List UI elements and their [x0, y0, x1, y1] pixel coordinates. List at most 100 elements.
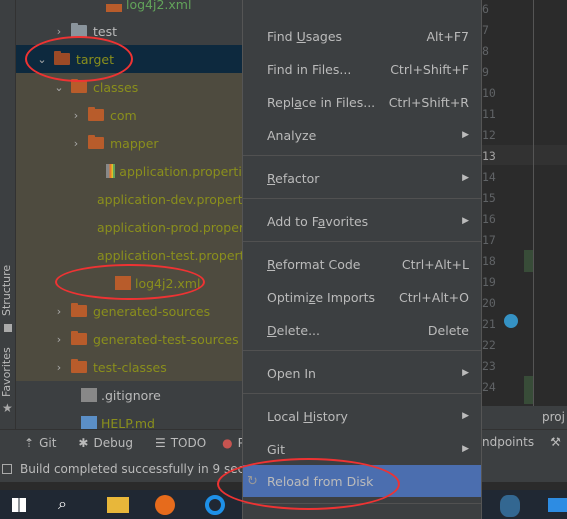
menu-item-delete[interactable]: Delete... Delete [243, 314, 481, 346]
line-number: 15 [482, 191, 496, 205]
file-explorer-icon[interactable] [107, 497, 129, 513]
line-number: 18 [482, 254, 496, 268]
tree-item[interactable]: › com [16, 101, 242, 129]
menu-item-local-history[interactable]: Local History ▶ [243, 400, 481, 432]
tree-item[interactable]: › test-classes [16, 353, 242, 381]
shortcut: Ctrl+Shift+R [388, 94, 469, 110]
menu-item-analyze[interactable]: Analyze ▶ [243, 119, 481, 151]
label: Reformat Code [267, 256, 361, 272]
debug-tool-button[interactable]: ✱ Debug [78, 436, 133, 450]
tree-item[interactable]: .gitignore [16, 381, 242, 409]
line-number: 11 [482, 107, 496, 121]
chevron-right-icon[interactable]: › [53, 305, 65, 318]
line-number: 17 [482, 233, 496, 247]
tree-item-label: test [93, 23, 118, 39]
chevron-right-icon[interactable]: › [53, 333, 65, 346]
label: Local History [267, 408, 348, 424]
line-number: 21 [482, 317, 496, 331]
editor-gutter: 6 7 8 9 10 11 12 13 14 15 16 17 18 19 20 21 22 23 24 proj [482, 0, 567, 429]
list-icon: ☰ [154, 436, 166, 450]
line-number: 7 [482, 23, 489, 37]
shortcut: Ctrl+Alt+O [399, 289, 469, 305]
postgresql-icon[interactable] [500, 495, 520, 517]
annotation-circle [55, 264, 205, 300]
tree-item[interactable]: › generated-sources [16, 297, 242, 325]
line-number: 16 [482, 212, 496, 226]
todo-tool-button[interactable]: ☰ TODO [155, 436, 206, 450]
annotation-circle [217, 458, 400, 510]
toggle-panel-icon[interactable] [2, 464, 12, 474]
submenu-arrow-icon: ▶ [462, 216, 469, 226]
folder-icon [88, 107, 104, 121]
menu-item-add-to-favorites[interactable]: Add to Favorites ▶ [243, 205, 481, 237]
shortcut: Delete [427, 322, 469, 338]
tree-item-label: generated-test-sources [93, 331, 239, 347]
menu-item-find-in-files[interactable]: Find in Files... Ctrl+Shift+F [243, 53, 481, 85]
ignore-file-icon [81, 388, 97, 402]
editor-tab[interactable]: proj [542, 410, 565, 424]
tree-item-label: HELP.md [101, 415, 155, 431]
folder-icon [88, 135, 104, 149]
folder-icon [71, 303, 87, 317]
menu-separator [243, 241, 481, 242]
error-icon: ● [222, 436, 233, 450]
md-file-icon [81, 416, 97, 430]
search-icon[interactable]: ⌕ [58, 494, 67, 514]
tree-item[interactable]: HELP.md [16, 409, 242, 430]
override-gutter-icon[interactable] [504, 314, 518, 328]
tree-item-label: application-test.properties [97, 247, 242, 263]
chevron-right-icon[interactable]: › [70, 137, 82, 150]
shortcut: Alt+F7 [426, 28, 469, 44]
menu-item-open-in[interactable]: Open In ▶ [243, 357, 481, 389]
label: Open In [267, 365, 316, 381]
endpoints-tool-button[interactable]: ndpoints ⚒ [482, 435, 561, 449]
structure-icon [4, 324, 12, 332]
menu-item-reformat-code[interactable]: Reformat Code Ctrl+Alt+L [243, 248, 481, 280]
hammer-icon: ⚒ [550, 435, 561, 449]
change-marker [524, 250, 533, 272]
label: Optimize Imports [267, 289, 376, 305]
line-number: 20 [482, 296, 496, 310]
editor-tabs: proj [482, 406, 567, 429]
chevron-down-icon[interactable]: ⌄ [53, 81, 65, 94]
label: Git [267, 441, 286, 457]
chevron-right-icon[interactable]: › [70, 109, 82, 122]
star-icon: ★ [2, 401, 13, 415]
structure-tab[interactable]: Structure [0, 262, 16, 318]
line-number: 9 [482, 65, 489, 79]
app-icon[interactable] [205, 495, 225, 515]
bug-icon: ✱ [78, 436, 89, 450]
folder-icon [71, 79, 87, 93]
git-icon: ⇡ [24, 436, 35, 450]
tree-item[interactable]: application-dev.properties [16, 185, 242, 213]
tree-item-label: application.properties [119, 163, 242, 179]
windows-start-icon[interactable] [12, 498, 26, 512]
submenu-arrow-icon: ▶ [462, 368, 469, 378]
line-number: 12 [482, 128, 496, 142]
tree-item[interactable]: application-prod.properties [16, 213, 242, 241]
tree-item[interactable]: application.properties [16, 157, 242, 185]
favorites-tab[interactable]: Favorites [0, 345, 16, 400]
tree-item-label: .gitignore [101, 387, 161, 403]
tree-item-label: test-classes [93, 359, 167, 375]
menu-item-find-usages[interactable]: Find Usages Alt+F7 [243, 20, 481, 52]
label: Replace in Files... [267, 94, 376, 110]
line-number: 10 [482, 86, 496, 100]
tree-item-partial[interactable]: log4j2.xml [16, 0, 242, 18]
menu-item-replace-in-files[interactable]: Replace in Files... Ctrl+Shift+R [243, 86, 481, 118]
folder-icon [71, 331, 87, 345]
tree-item[interactable]: › mapper [16, 129, 242, 157]
line-number: 14 [482, 170, 496, 184]
desktop-icon[interactable] [548, 498, 567, 512]
menu-item-refactor[interactable]: Refactor ▶ [243, 162, 481, 194]
menu-item-optimize-imports[interactable]: Optimize Imports Ctrl+Alt+O [243, 281, 481, 313]
chevron-right-icon[interactable]: › [53, 25, 65, 38]
chevron-right-icon[interactable]: › [53, 361, 65, 374]
firefox-icon[interactable] [155, 495, 175, 515]
git-tool-button[interactable]: ⇡ Git [24, 436, 56, 450]
tree-item[interactable]: › generated-test-sources [16, 325, 242, 353]
submenu-arrow-icon: ▶ [462, 411, 469, 421]
menu-separator [243, 350, 481, 351]
tree-item-label: application-dev.properties [97, 191, 242, 207]
annotation-circle [25, 36, 133, 82]
